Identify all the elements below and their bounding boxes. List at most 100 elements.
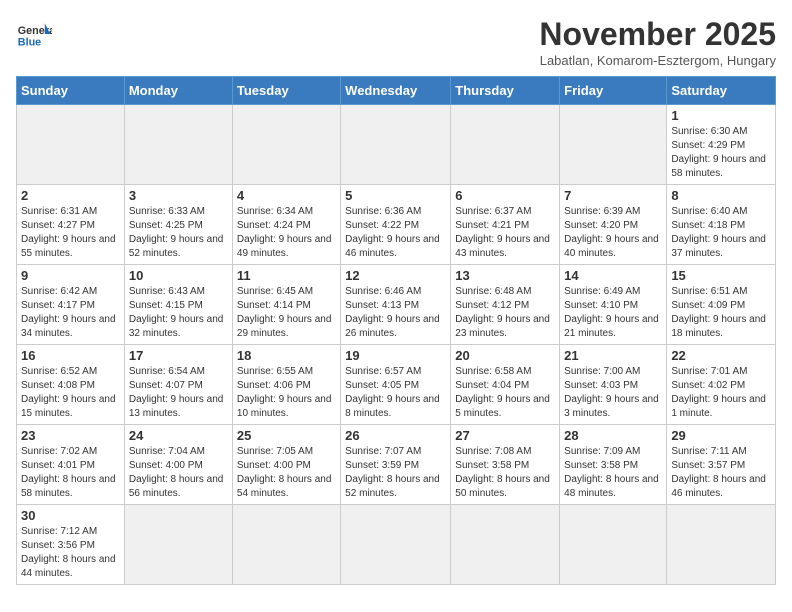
calendar-cell (451, 105, 560, 185)
calendar-week-0: 1 Sunrise: 6:30 AM Sunset: 4:29 PM Daylig… (17, 105, 776, 185)
calendar-cell (560, 505, 667, 585)
weekday-header-wednesday: Wednesday (341, 77, 451, 105)
weekday-header-thursday: Thursday (451, 77, 560, 105)
calendar-cell (232, 105, 340, 185)
day-info: Sunrise: 7:05 AM Sunset: 4:00 PM Dayligh… (237, 445, 336, 501)
day-info: Sunrise: 6:37 AM Sunset: 4:21 PM Dayligh… (455, 205, 555, 261)
day-number: 17 (129, 348, 228, 363)
day-number: 28 (564, 428, 662, 443)
calendar-week-5: 30Sunrise: 7:12 AM Sunset: 3:56 PM Dayli… (17, 505, 776, 585)
calendar-cell: 10 Sunrise: 6:43 AM Sunset: 4:15 PM Dayli… (124, 265, 232, 345)
calendar-cell (667, 505, 776, 585)
calendar-cell: 11Sunrise: 6:45 AM Sunset: 4:14 PM Dayli… (232, 265, 340, 345)
day-info: Sunrise: 6:51 AM Sunset: 4:09 PM Dayligh… (671, 285, 771, 341)
day-number: 2 (21, 188, 120, 203)
day-number: 1 (671, 108, 771, 123)
day-info: Sunrise: 7:04 AM Sunset: 4:00 PM Dayligh… (129, 445, 228, 501)
day-info: Sunrise: 6:57 AM Sunset: 4:05 PM Dayligh… (345, 365, 446, 421)
calendar-header: SundayMondayTuesdayWednesdayThursdayFrid… (17, 77, 776, 105)
calendar-cell: 22 Sunrise: 7:01 AM Sunset: 4:02 PM Dayli… (667, 345, 776, 425)
day-number: 10 (129, 268, 228, 283)
calendar-cell: 9Sunrise: 6:42 AM Sunset: 4:17 PM Daylig… (17, 265, 125, 345)
calendar-cell: 13 Sunrise: 6:48 AM Sunset: 4:12 PM Dayli… (451, 265, 560, 345)
calendar-cell: 18 Sunrise: 6:55 AM Sunset: 4:06 PM Dayli… (232, 345, 340, 425)
calendar-cell: 14 Sunrise: 6:49 AM Sunset: 4:10 PM Dayli… (560, 265, 667, 345)
day-number: 23 (21, 428, 120, 443)
day-info: Sunrise: 6:43 AM Sunset: 4:15 PM Dayligh… (129, 285, 228, 341)
calendar-cell (124, 505, 232, 585)
day-number: 8 (671, 188, 771, 203)
day-number: 19 (345, 348, 446, 363)
calendar-cell: 17Sunrise: 6:54 AM Sunset: 4:07 PM Dayli… (124, 345, 232, 425)
day-info: Sunrise: 7:01 AM Sunset: 4:02 PM Dayligh… (671, 365, 771, 421)
day-info: Sunrise: 6:34 AM Sunset: 4:24 PM Dayligh… (237, 205, 336, 261)
month-title: November 2025 (539, 16, 776, 53)
weekday-header-sunday: Sunday (17, 77, 125, 105)
day-number: 16 (21, 348, 120, 363)
day-number: 27 (455, 428, 555, 443)
calendar-cell (17, 105, 125, 185)
day-number: 7 (564, 188, 662, 203)
day-info: Sunrise: 7:09 AM Sunset: 3:58 PM Dayligh… (564, 445, 662, 501)
day-info: Sunrise: 7:07 AM Sunset: 3:59 PM Dayligh… (345, 445, 446, 501)
calendar-cell: 25 Sunrise: 7:05 AM Sunset: 4:00 PM Dayli… (232, 425, 340, 505)
day-number: 12 (345, 268, 446, 283)
day-info: Sunrise: 6:30 AM Sunset: 4:29 PM Dayligh… (671, 125, 771, 181)
day-info: Sunrise: 7:11 AM Sunset: 3:57 PM Dayligh… (671, 445, 771, 501)
day-number: 13 (455, 268, 555, 283)
day-number: 11 (237, 268, 336, 283)
day-info: Sunrise: 6:49 AM Sunset: 4:10 PM Dayligh… (564, 285, 662, 341)
calendar-week-4: 23 Sunrise: 7:02 AM Sunset: 4:01 PM Dayli… (17, 425, 776, 505)
day-info: Sunrise: 6:52 AM Sunset: 4:08 PM Dayligh… (21, 365, 120, 421)
calendar-cell (232, 505, 340, 585)
day-info: Sunrise: 7:00 AM Sunset: 4:03 PM Dayligh… (564, 365, 662, 421)
logo: General Blue (16, 16, 52, 52)
subtitle: Labatlan, Komarom-Esztergom, Hungary (539, 53, 776, 68)
calendar-cell: 19 Sunrise: 6:57 AM Sunset: 4:05 PM Dayli… (341, 345, 451, 425)
calendar-cell (341, 505, 451, 585)
day-number: 20 (455, 348, 555, 363)
day-info: Sunrise: 7:02 AM Sunset: 4:01 PM Dayligh… (21, 445, 120, 501)
calendar-cell: 23 Sunrise: 7:02 AM Sunset: 4:01 PM Dayli… (17, 425, 125, 505)
calendar-cell: 21Sunrise: 7:00 AM Sunset: 4:03 PM Dayli… (560, 345, 667, 425)
day-number: 18 (237, 348, 336, 363)
day-number: 25 (237, 428, 336, 443)
calendar-cell: 12 Sunrise: 6:46 AM Sunset: 4:13 PM Dayli… (341, 265, 451, 345)
calendar-cell (341, 105, 451, 185)
calendar-cell: 3Sunrise: 6:33 AM Sunset: 4:25 PM Daylig… (124, 185, 232, 265)
calendar-week-1: 2Sunrise: 6:31 AM Sunset: 4:27 PM Daylig… (17, 185, 776, 265)
day-info: Sunrise: 6:55 AM Sunset: 4:06 PM Dayligh… (237, 365, 336, 421)
day-number: 15 (671, 268, 771, 283)
calendar-cell: 8 Sunrise: 6:40 AM Sunset: 4:18 PM Daylig… (667, 185, 776, 265)
calendar-cell (560, 105, 667, 185)
day-number: 14 (564, 268, 662, 283)
day-info: Sunrise: 6:42 AM Sunset: 4:17 PM Dayligh… (21, 285, 120, 341)
day-number: 5 (345, 188, 446, 203)
day-number: 29 (671, 428, 771, 443)
calendar-cell: 2Sunrise: 6:31 AM Sunset: 4:27 PM Daylig… (17, 185, 125, 265)
calendar-cell: 28 Sunrise: 7:09 AM Sunset: 3:58 PM Dayli… (560, 425, 667, 505)
svg-text:Blue: Blue (18, 37, 41, 49)
day-number: 22 (671, 348, 771, 363)
day-number: 24 (129, 428, 228, 443)
calendar-cell (124, 105, 232, 185)
calendar-cell: 7 Sunrise: 6:39 AM Sunset: 4:20 PM Daylig… (560, 185, 667, 265)
title-area: November 2025 Labatlan, Komarom-Esztergo… (539, 16, 776, 68)
day-info: Sunrise: 6:36 AM Sunset: 4:22 PM Dayligh… (345, 205, 446, 261)
calendar-week-3: 16 Sunrise: 6:52 AM Sunset: 4:08 PM Dayli… (17, 345, 776, 425)
day-number: 3 (129, 188, 228, 203)
weekday-header-friday: Friday (560, 77, 667, 105)
day-info: Sunrise: 6:40 AM Sunset: 4:18 PM Dayligh… (671, 205, 771, 261)
day-number: 30 (21, 508, 120, 523)
weekday-header-tuesday: Tuesday (232, 77, 340, 105)
calendar-cell: 4Sunrise: 6:34 AM Sunset: 4:24 PM Daylig… (232, 185, 340, 265)
day-info: Sunrise: 6:39 AM Sunset: 4:20 PM Dayligh… (564, 205, 662, 261)
day-info: Sunrise: 6:46 AM Sunset: 4:13 PM Dayligh… (345, 285, 446, 341)
calendar-cell: 26Sunrise: 7:07 AM Sunset: 3:59 PM Dayli… (341, 425, 451, 505)
day-info: Sunrise: 6:48 AM Sunset: 4:12 PM Dayligh… (455, 285, 555, 341)
calendar-cell: 16 Sunrise: 6:52 AM Sunset: 4:08 PM Dayli… (17, 345, 125, 425)
calendar-cell: 6Sunrise: 6:37 AM Sunset: 4:21 PM Daylig… (451, 185, 560, 265)
calendar-week-2: 9Sunrise: 6:42 AM Sunset: 4:17 PM Daylig… (17, 265, 776, 345)
calendar-cell: 15 Sunrise: 6:51 AM Sunset: 4:09 PM Dayli… (667, 265, 776, 345)
calendar-table: SundayMondayTuesdayWednesdayThursdayFrid… (16, 76, 776, 585)
